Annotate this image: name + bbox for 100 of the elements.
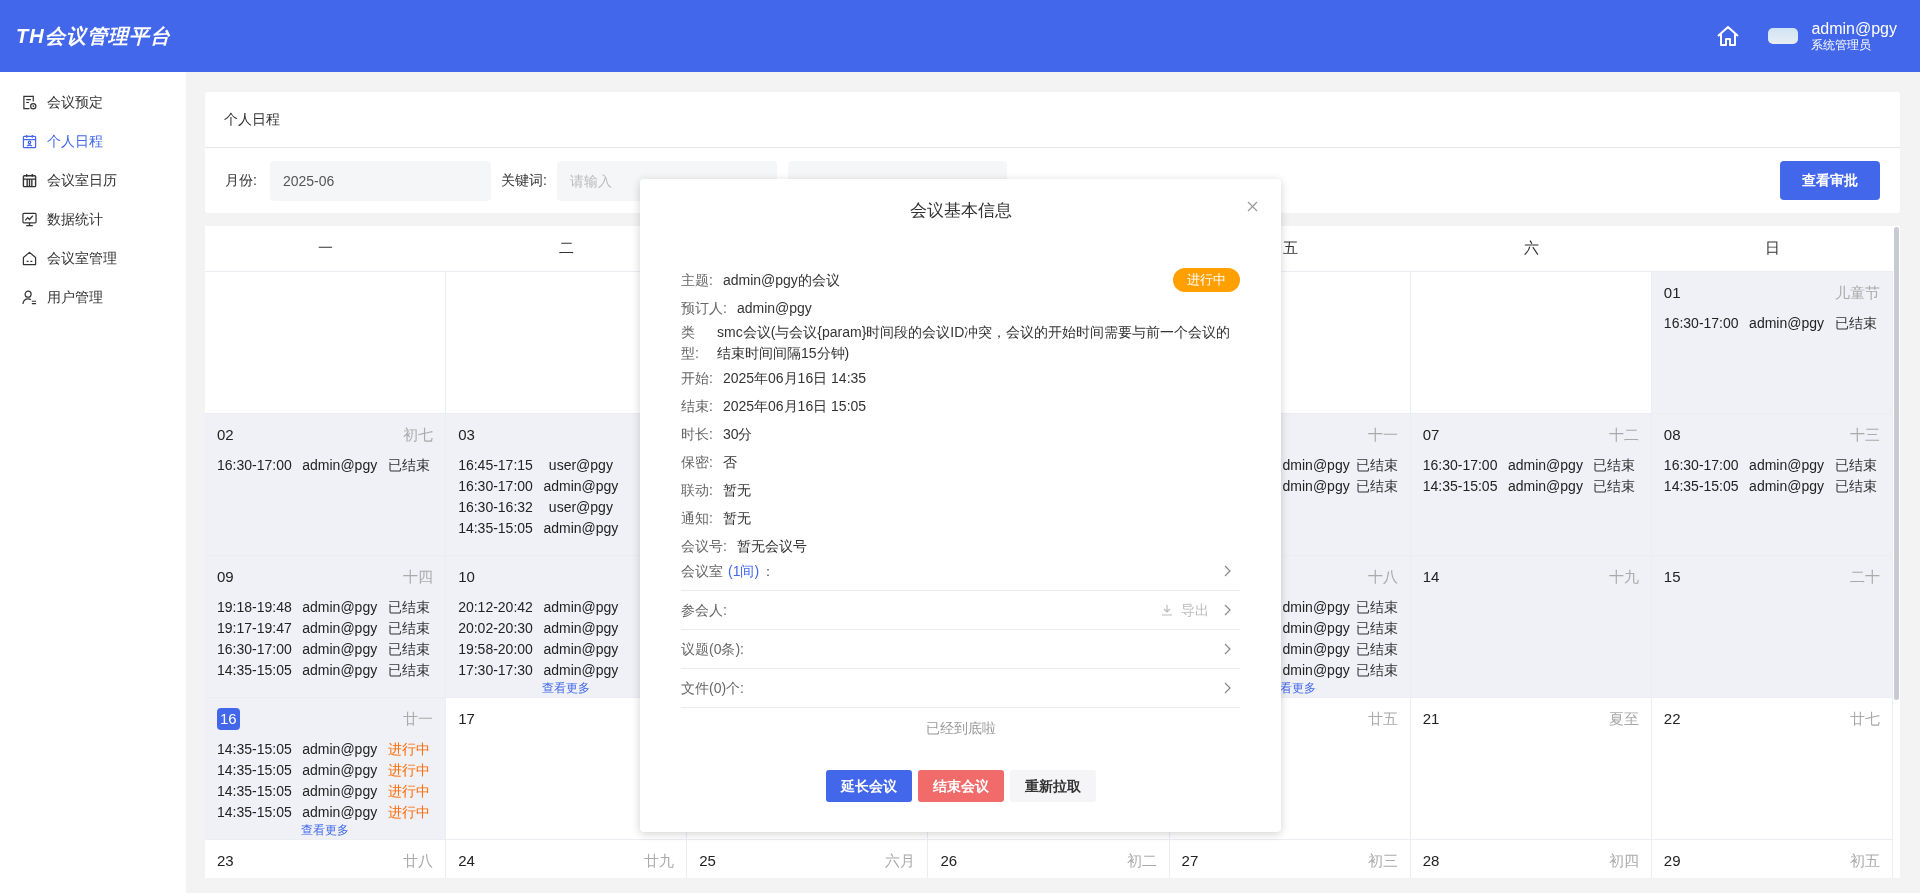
day-number: 26 — [940, 851, 958, 871]
weekday-header: 五 — [1282, 238, 1298, 259]
event-time: 20:12-20:42 — [458, 598, 533, 617]
sidebar-item[interactable]: 会议室日历 — [0, 161, 186, 200]
sidebar-item[interactable]: 会议室管理 — [0, 239, 186, 278]
day-number: 16 — [217, 708, 240, 730]
event-user: admin@pgy — [301, 761, 379, 780]
section-row[interactable]: 参会人: 导出 — [681, 591, 1240, 630]
event-user: user@pgy — [547, 498, 614, 517]
day-number: 14 — [1422, 567, 1440, 587]
event-status: 已结束 — [387, 598, 430, 617]
calendar-day-cell[interactable]: 02 初七 16:30-17:00 admin@pgy 已结束 — [205, 414, 447, 555]
lunar-date: 十三 — [1850, 424, 1880, 445]
event-status: 进行中 — [387, 782, 430, 801]
field-value: smc会议(与会议{param}时间段的会议ID冲突，会议的开始时间需要与前一个会议的结束时间间隔15分钟) — [717, 323, 1232, 363]
month-field[interactable]: 2025-06 — [269, 160, 491, 201]
sidebar-item[interactable]: 用户管理 — [0, 278, 186, 317]
event-time: 14:35-15:05 — [217, 661, 292, 680]
calendar-person-icon — [22, 134, 37, 149]
event-status: 已结束 — [387, 619, 430, 638]
calendar-day-cell[interactable]: 15 二十 — [1651, 556, 1893, 697]
calendar-day-cell[interactable]: 07 十二 16:30-17:00 admin@pgy 已结束 14:35-15:05 admin@pgy 已结束 — [1410, 414, 1652, 555]
event-user: admin@pgy — [542, 640, 620, 659]
lunar-date: 十八 — [1367, 566, 1398, 587]
event-user: admin@pgy — [542, 598, 620, 617]
event-time: 16:30-17:00 — [1663, 314, 1739, 333]
day-number: 01 — [1663, 283, 1681, 303]
document-clock-icon — [22, 95, 37, 110]
section-row[interactable]: 会议室 (1间)： — [681, 552, 1240, 591]
weekday-header: 二 — [559, 238, 575, 259]
view-approval-button[interactable]: 查看审批 — [1780, 161, 1880, 200]
avatar-photo-placeholder[interactable] — [1768, 28, 1799, 44]
day-number: 10 — [458, 567, 475, 587]
event-status: 已结束 — [1355, 598, 1398, 617]
lunar-date: 初四 — [1608, 850, 1639, 871]
event-time: 19:58-20:00 — [458, 640, 533, 659]
calendar-day-cell[interactable]: 08 十三 16:30-17:00 admin@pgy 已结束 14:35-15:05 admin@pgy 已结束 — [1651, 414, 1893, 555]
day-number: 24 — [458, 851, 475, 871]
sidebar-item[interactable]: 数据统计 — [0, 200, 186, 239]
event-status: 已结束 — [1834, 314, 1877, 333]
lunar-date: 廿七 — [1850, 708, 1880, 729]
field-value: admin@pgy的会议 — [722, 271, 840, 290]
event-status: 已结束 — [1355, 456, 1398, 475]
calendar-day-cell[interactable]: 01 儿童节 16:30-17:00 admin@pgy 已结束 — [1651, 272, 1893, 413]
lunar-date: 十二 — [1608, 424, 1639, 445]
event-status: 进行中 — [387, 803, 430, 822]
event-status: 已结束 — [1834, 477, 1877, 496]
field-value: 2025年06月16日 14:35 — [722, 369, 867, 388]
calendar-day-cell[interactable]: 09 十四 19:18-19:48 admin@pgy 已结束 19:17-19:47 admin@pgy 已结束 16:30-17:00 admin@pgy 已结束 14:35-15:05 admin@pgy 已结束 — [205, 556, 447, 697]
section-row[interactable]: 文件(0)个: — [681, 669, 1240, 708]
lunar-date: 廿一 — [403, 708, 434, 729]
app-logo: TH会议管理平台 — [16, 24, 171, 49]
event-user: user@pgy — [547, 456, 614, 475]
calendar-icon — [22, 173, 37, 188]
field-label: 开始: — [681, 369, 713, 388]
event-time: 16:30-16:32 — [458, 498, 533, 517]
lunar-date: 二十 — [1850, 566, 1880, 587]
day-number: 27 — [1181, 851, 1199, 871]
event-time: 14:35-15:05 — [217, 740, 292, 759]
dialog-title: 会议基本信息 — [909, 200, 1012, 222]
section-row[interactable]: 议题(0条): — [681, 630, 1240, 669]
home-icon[interactable] — [1716, 25, 1741, 47]
event-user: dmin@pgy — [1282, 640, 1350, 659]
day-number: 02 — [217, 425, 234, 445]
field-value: admin@pgy — [736, 299, 812, 318]
lunar-date: 初七 — [403, 424, 434, 445]
chevron-right-icon — [1224, 604, 1231, 616]
day-number: 23 — [217, 851, 234, 871]
sidebar-item[interactable]: 个人日程 — [0, 122, 186, 161]
event-time: 16:30-17:00 — [1663, 456, 1739, 475]
day-number: 03 — [458, 425, 475, 445]
day-number: 29 — [1663, 851, 1681, 871]
calendar-day-cell[interactable]: 16 廿一 14:35-15:05 admin@pgy 进行中 14:35-15:05 admin@pgy 进行中 14:35-15:05 admin@pgy 进行中 14:35-15:05 admin@pgy 进行中 查看更多 — [205, 698, 447, 839]
lunar-date: 廿八 — [403, 850, 434, 871]
user-role: 系统管理员 — [1811, 38, 1873, 53]
event-time: 19:18-19:48 — [217, 598, 292, 617]
event-user: dmin@pgy — [1282, 477, 1350, 496]
lunar-date: 初二 — [1126, 850, 1157, 871]
dialog-button[interactable]: 延长会议 — [825, 770, 912, 802]
lunar-date: 十一 — [1367, 424, 1398, 445]
calendar-day-cell[interactable]: 14 十九 — [1410, 556, 1652, 697]
event-status: 已结束 — [1593, 477, 1636, 496]
view-more-link[interactable]: 查看更多 — [542, 681, 591, 695]
event-time: 20:02-20:30 — [458, 619, 533, 638]
event-status: 已结束 — [387, 456, 430, 475]
keyword-label: 关键词: — [500, 171, 547, 190]
event-user: admin@pgy — [301, 782, 379, 801]
day-number: 17 — [458, 709, 475, 729]
sidebar-item[interactable]: 会议预定 — [0, 83, 186, 122]
event-time: 16:30-17:00 — [217, 640, 292, 659]
event-user: admin@pgy — [301, 456, 379, 475]
view-more-link[interactable]: 查看更多 — [301, 823, 350, 837]
event-status: 已结束 — [1593, 456, 1636, 475]
scrollbar[interactable] — [1894, 227, 1899, 700]
event-user: admin@pgy — [542, 661, 620, 680]
event-user: admin@pgy — [1506, 456, 1584, 475]
close-icon[interactable] — [1247, 201, 1258, 212]
dialog-button[interactable]: 重新拉取 — [1009, 770, 1096, 802]
day-number: 28 — [1422, 851, 1440, 871]
view-more-link[interactable]: 看更多 — [1279, 681, 1316, 695]
